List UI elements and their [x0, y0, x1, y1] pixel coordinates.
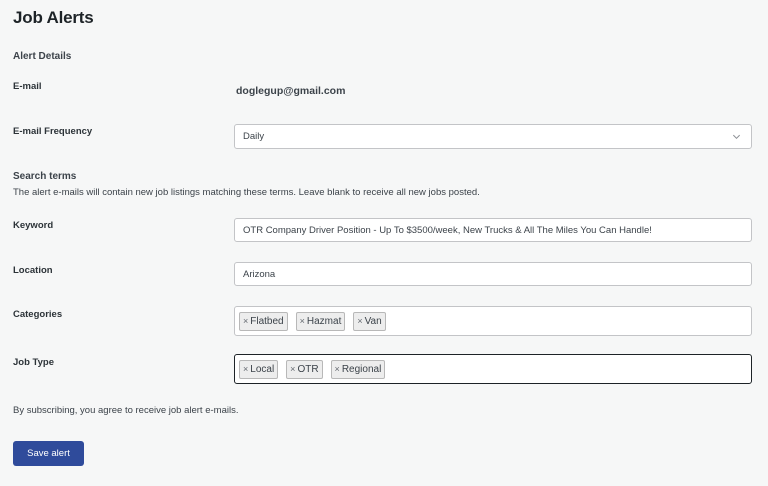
job-type-token[interactable]: × OTR [286, 359, 323, 379]
job-type-label: Job Type [13, 357, 54, 368]
location-input-value: Arizona [243, 269, 276, 280]
chevron-down-icon [732, 134, 741, 140]
category-token-label: Hazmat [306, 315, 342, 327]
email-value: doglegup@gmail.com [236, 85, 346, 97]
email-frequency-select[interactable]: Daily [234, 124, 752, 149]
location-label: Location [13, 265, 53, 276]
job-type-token-label: OTR [297, 363, 319, 375]
job-alerts-page: Job Alerts Alert Details E-mail doglegup… [0, 0, 768, 486]
categories-label: Categories [13, 309, 63, 320]
job-type-token[interactable]: × Local [239, 359, 279, 379]
remove-token-icon[interactable]: × [290, 364, 295, 374]
remove-token-icon[interactable]: × [300, 316, 305, 326]
keyword-input[interactable]: OTR Company Driver Position - Up To $350… [234, 218, 752, 242]
save-alert-button[interactable]: Save alert [13, 441, 84, 466]
job-type-token-label: Regional [341, 363, 382, 375]
search-terms-description: The alert e-mails will contain new job l… [13, 187, 480, 198]
email-label: E-mail [13, 81, 42, 92]
location-input[interactable]: Arizona [234, 262, 752, 286]
category-token-label: Van [364, 315, 382, 327]
remove-token-icon[interactable]: × [243, 364, 248, 374]
consent-text: By subscribing, you agree to receive job… [13, 405, 239, 416]
category-token-label: Flatbed [250, 315, 284, 327]
email-frequency-label: E-mail Frequency [13, 126, 93, 137]
search-terms-heading: Search terms [13, 171, 77, 182]
remove-token-icon[interactable]: × [357, 316, 362, 326]
remove-token-icon[interactable]: × [335, 364, 340, 374]
categories-multiselect[interactable]: × Flatbed × Hazmat × Van [234, 306, 752, 336]
keyword-label: Keyword [13, 220, 54, 231]
job-type-multiselect[interactable]: × Local × OTR × Regional [234, 354, 752, 384]
job-type-token-label: Local [250, 363, 275, 375]
page-title: Job Alerts [13, 8, 94, 27]
job-type-token[interactable]: × Regional [330, 359, 386, 379]
category-token[interactable]: × Hazmat [295, 311, 346, 331]
alert-details-heading: Alert Details [13, 51, 72, 62]
category-token[interactable]: × Van [353, 311, 386, 331]
keyword-input-value: OTR Company Driver Position - Up To $350… [243, 225, 652, 236]
email-frequency-selected-value: Daily [243, 131, 265, 142]
category-token[interactable]: × Flatbed [239, 311, 288, 331]
remove-token-icon[interactable]: × [243, 316, 248, 326]
